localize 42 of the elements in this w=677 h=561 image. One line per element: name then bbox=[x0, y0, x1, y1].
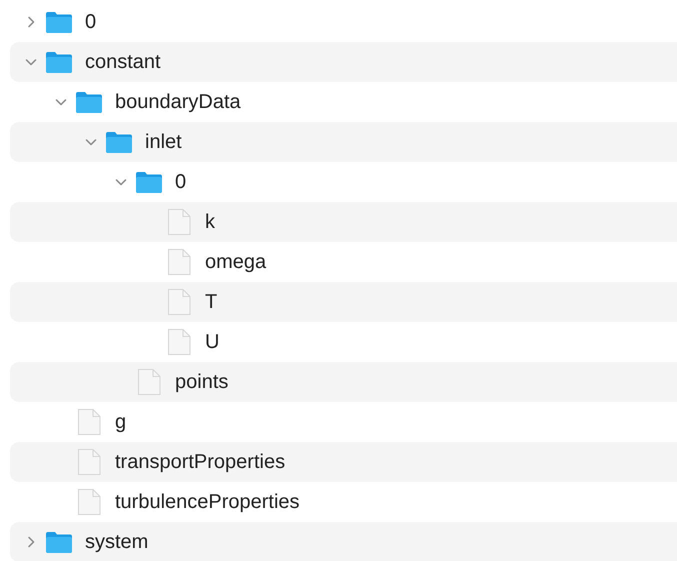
file-icon bbox=[75, 488, 103, 516]
list-row[interactable]: omega bbox=[10, 242, 677, 282]
item-name: transportProperties bbox=[115, 450, 286, 474]
file-icon bbox=[165, 328, 193, 356]
item-name: inlet bbox=[145, 130, 182, 154]
item-name: 0 bbox=[85, 10, 96, 34]
item-name: points bbox=[175, 370, 228, 394]
list-row[interactable]: T bbox=[10, 282, 677, 322]
item-name: boundaryData bbox=[115, 90, 241, 114]
file-icon bbox=[75, 448, 103, 476]
item-name: T bbox=[205, 290, 218, 314]
folder-icon bbox=[105, 130, 133, 154]
list-row[interactable]: system bbox=[10, 522, 677, 561]
item-name: system bbox=[85, 530, 148, 554]
file-icon bbox=[165, 288, 193, 316]
item-name: k bbox=[205, 210, 215, 234]
item-name: g bbox=[115, 410, 126, 434]
item-name: constant bbox=[85, 50, 161, 74]
folder-icon bbox=[45, 50, 73, 74]
list-row[interactable]: boundaryData bbox=[10, 82, 677, 122]
list-row[interactable]: 0 bbox=[10, 162, 677, 202]
file-icon bbox=[165, 208, 193, 236]
item-name: U bbox=[205, 330, 220, 354]
item-name: turbulenceProperties bbox=[115, 490, 300, 514]
list-row[interactable]: 0 bbox=[10, 2, 677, 42]
folder-icon bbox=[45, 10, 73, 34]
file-icon bbox=[135, 368, 163, 396]
list-row[interactable]: constant bbox=[10, 42, 677, 82]
list-row[interactable]: U bbox=[10, 322, 677, 362]
list-row[interactable]: transportProperties bbox=[10, 442, 677, 482]
folder-icon bbox=[135, 170, 163, 194]
list-row[interactable]: k bbox=[10, 202, 677, 242]
item-name: omega bbox=[205, 250, 266, 274]
list-row[interactable]: turbulenceProperties bbox=[10, 482, 677, 522]
list-row[interactable]: g bbox=[10, 402, 677, 442]
file-icon bbox=[75, 408, 103, 436]
folder-icon bbox=[75, 90, 103, 114]
file-icon bbox=[165, 248, 193, 276]
list-row[interactable]: inlet bbox=[10, 122, 677, 162]
list-row[interactable]: points bbox=[10, 362, 677, 402]
folder-icon bbox=[45, 530, 73, 554]
item-name: 0 bbox=[175, 170, 186, 194]
